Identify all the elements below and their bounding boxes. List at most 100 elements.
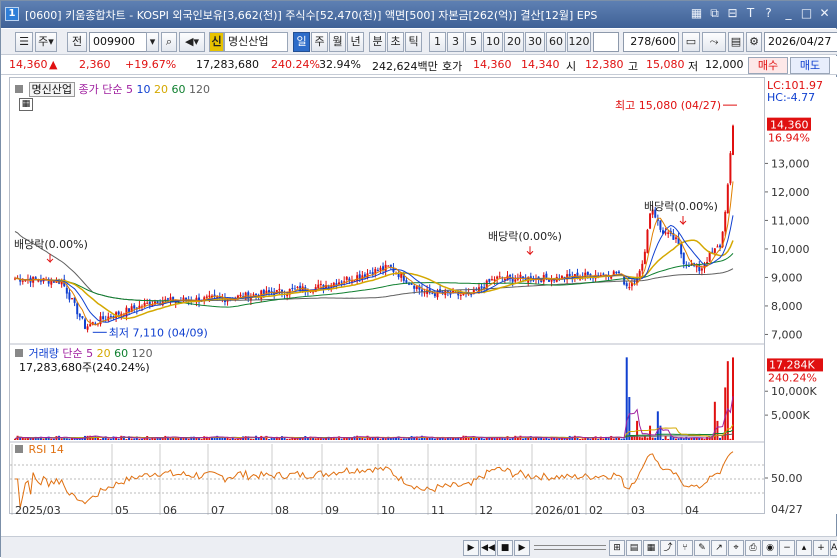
volume-bar: [444, 438, 447, 440]
period-tick-tab[interactable]: 틱: [405, 32, 422, 52]
ma5-line: [14, 181, 734, 326]
data-count-field[interactable]: 278/600: [623, 32, 679, 52]
candle: [610, 276, 613, 279]
table-icon[interactable]: ▦: [19, 98, 33, 111]
candle: [719, 245, 722, 248]
legend-square-icon: [15, 445, 23, 453]
minute-1-button[interactable]: 1: [429, 32, 446, 52]
minute-30-button[interactable]: 30: [525, 32, 545, 52]
minimize-icon[interactable]: _: [781, 6, 796, 21]
legend-ma60[interactable]: 60: [171, 83, 185, 96]
chart-type-select[interactable]: 주▾: [35, 32, 57, 52]
volume-bar: [343, 437, 346, 440]
period-year-tab[interactable]: 년: [347, 32, 364, 52]
minute-3-button[interactable]: 3: [447, 32, 464, 52]
volume-bar: [706, 436, 709, 440]
minute-10-button[interactable]: 10: [483, 32, 503, 52]
volume-bar: [501, 438, 504, 440]
code-dropdown-icon[interactable]: ▾: [146, 32, 159, 52]
stock-name-field[interactable]: 명신산업: [224, 32, 288, 52]
play-icon[interactable]: ▶: [514, 540, 530, 556]
link-icon[interactable]: ⊟: [725, 6, 740, 21]
candle: [493, 279, 496, 281]
volume-bar: [716, 420, 719, 440]
indicator-icon[interactable]: ⤳: [702, 32, 726, 52]
font-icon[interactable]: T: [743, 6, 758, 21]
legend-ma10[interactable]: 10: [136, 83, 150, 96]
candle: [602, 273, 605, 275]
zoom-in-icon[interactable]: ⊞: [609, 540, 625, 556]
hoga-label: 호가: [442, 60, 463, 73]
legend-ma20[interactable]: 20: [154, 83, 168, 96]
tool-icon[interactable]: ✎: [694, 540, 710, 556]
minute-5-button[interactable]: 5: [465, 32, 482, 52]
legend-ma5[interactable]: 5: [126, 83, 133, 96]
window-number-badge[interactable]: 1: [5, 7, 19, 21]
volume-bar: [187, 438, 190, 440]
scroll-left-icon[interactable]: ▶: [463, 540, 479, 556]
legend-ma-label[interactable]: 종가 단순: [78, 83, 122, 96]
grid-view-icon[interactable]: ▦: [643, 540, 659, 556]
volume-bar: [161, 438, 164, 440]
chart-zoom-icon[interactable]: ▭: [682, 32, 700, 52]
legend-ma120[interactable]: 120: [189, 83, 210, 96]
legend-stock-name[interactable]: 명신산업: [28, 82, 75, 97]
pin-icon[interactable]: ⌖: [728, 540, 744, 556]
candle: [729, 153, 732, 184]
period-day-tab[interactable]: 일: [293, 32, 310, 52]
minute-120-button[interactable]: 120: [567, 32, 591, 52]
maximize-icon[interactable]: □: [799, 6, 814, 21]
period-second-tab[interactable]: 초: [387, 32, 404, 52]
market-button[interactable]: 전: [67, 32, 87, 52]
buy-button[interactable]: 매수: [748, 57, 788, 74]
last-date-label: 04/27: [771, 503, 803, 514]
minute-60-button[interactable]: 60: [546, 32, 566, 52]
custom-minute-input[interactable]: [593, 32, 619, 52]
zoom-plus-icon[interactable]: +: [813, 540, 829, 556]
candle: [713, 248, 716, 253]
menu-icon[interactable]: ☰: [15, 32, 33, 52]
settings-icon[interactable]: ⚙: [746, 32, 762, 52]
volume-bar: [643, 436, 646, 440]
copy-icon[interactable]: ⧉: [707, 6, 722, 21]
help-icon[interactable]: ?: [761, 6, 776, 21]
stock-code-input[interactable]: 009900: [89, 32, 147, 52]
chart-canvas[interactable]: 최고 15,080 (04/27) 최저 7,110 (04/09) 배당락(0.0…: [10, 78, 766, 517]
close-icon[interactable]: ✕: [817, 6, 832, 21]
period-week-tab[interactable]: 주: [311, 32, 328, 52]
search-icon[interactable]: ⌕: [161, 32, 177, 52]
stop-icon[interactable]: ■: [497, 540, 513, 556]
print-icon[interactable]: ⎙: [745, 540, 761, 556]
period-minute-tab[interactable]: 분: [369, 32, 386, 52]
sound-icon[interactable]: ◀▾: [179, 32, 205, 52]
save-icon[interactable]: ▤: [728, 32, 744, 52]
scroll-up-icon[interactable]: ▴: [796, 540, 812, 556]
rsi-label[interactable]: RSI 14: [29, 443, 64, 456]
volume-bar: [125, 439, 128, 440]
current-price: 14,360: [9, 58, 48, 71]
sell-button[interactable]: 매도: [790, 57, 830, 74]
fork-icon[interactable]: ⑂: [677, 540, 693, 556]
grid-icon[interactable]: ▦: [689, 6, 704, 21]
volume-bar: [236, 438, 239, 440]
x-axis-label: 02: [589, 504, 603, 515]
candle: [700, 268, 703, 271]
candle: [262, 289, 265, 295]
zoom-out-icon[interactable]: −: [779, 540, 795, 556]
scroll-track[interactable]: [534, 545, 606, 550]
period-month-tab[interactable]: 월: [329, 32, 346, 52]
chart-area[interactable]: 최고 15,080 (04/27) 최저 7,110 (04/09) 배당락(0.0…: [9, 77, 766, 517]
turnover-rate: 32.94%: [319, 58, 361, 71]
draw-icon[interactable]: ↗: [711, 540, 727, 556]
candle: [369, 272, 372, 274]
volume-bar: [283, 438, 286, 440]
rsi-legend: RSI 14: [15, 443, 64, 456]
minute-20-button[interactable]: 20: [504, 32, 524, 52]
trend-icon[interactable]: ⤴: [660, 540, 676, 556]
camera-icon[interactable]: ◉: [762, 540, 778, 556]
resize-grip-icon[interactable]: A: [830, 540, 837, 556]
volume-bar: [418, 438, 421, 440]
date-input[interactable]: 2026/04/27: [764, 32, 837, 52]
table-view-icon[interactable]: ▤: [626, 540, 642, 556]
rewind-icon[interactable]: ◀◀: [480, 540, 496, 556]
